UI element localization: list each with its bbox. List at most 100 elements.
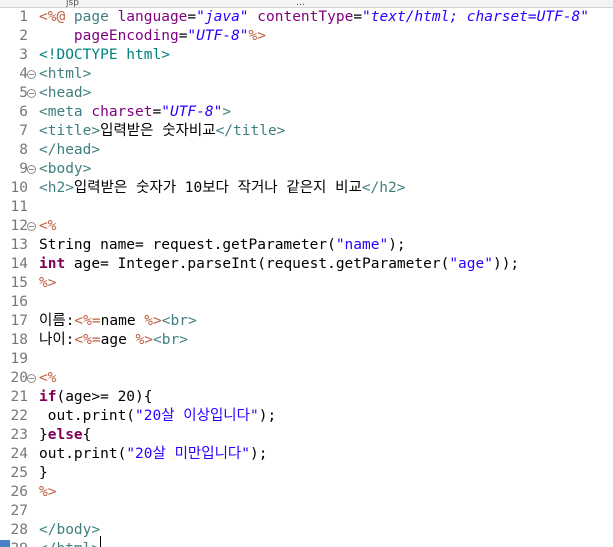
code-text: <h2>입력받은 숫자가 10보다 작거나 같은지 비교</h2>: [39, 179, 405, 198]
code-token: {: [82, 427, 92, 443]
code-text: <%: [39, 369, 56, 388]
code-line[interactable]: 26 %>: [0, 483, 613, 502]
code-token: <%=: [74, 313, 101, 329]
code-line[interactable]: 15 %>: [0, 274, 613, 293]
code-token: <title>: [39, 123, 101, 139]
code-line[interactable]: 14 int age= Integer.parseInt(request.getP…: [0, 255, 613, 274]
code-token: 이름:: [39, 313, 75, 329]
code-text: 이름:<%=name %><br>: [39, 312, 197, 331]
line-number: 10: [10, 180, 28, 196]
code-token: out.print(: [39, 408, 136, 424]
code-token: "name": [335, 237, 389, 253]
line-number: 3: [19, 47, 28, 63]
line-number: 18: [10, 332, 28, 348]
line-number: 16: [10, 294, 28, 310]
editor-tab[interactable]: …: [290, 0, 311, 7]
code-line[interactable]: 7 <title>입력받은 숫자비교</title>: [0, 122, 613, 141]
code-line[interactable]: 23}else{: [0, 426, 613, 445]
fold-toggle-icon[interactable]: [27, 89, 36, 98]
line-number: 11: [10, 199, 28, 215]
code-token: "age": [449, 256, 493, 272]
code-token: int: [39, 256, 66, 272]
code-text: <%: [39, 217, 56, 236]
line-number: 7: [19, 123, 28, 139]
text-cursor: [100, 536, 101, 547]
code-line[interactable]: 5 <head>: [0, 84, 613, 103]
line-number: 2: [19, 28, 28, 44]
code-line[interactable]: 8 </head>: [0, 141, 613, 160]
code-line[interactable]: 20 <%: [0, 369, 613, 388]
line-number: 6: [19, 104, 28, 120]
code-token: "20살 미만입니다": [126, 446, 251, 462]
code-token: else: [47, 427, 83, 443]
code-text: <body>: [39, 160, 91, 179]
line-number: 14: [10, 256, 28, 272]
code-token: age: [100, 332, 136, 348]
code-token: "java": [196, 9, 249, 25]
code-line[interactable]: 10 <h2>입력받은 숫자가 10보다 작거나 같은지 비교</h2>: [0, 179, 613, 198]
line-number: 20: [10, 370, 28, 386]
code-line[interactable]: 28 </body>: [0, 521, 613, 540]
code-line[interactable]: 12 <%: [0, 217, 613, 236]
code-line[interactable]: 18 나이:<%=age %><br>: [0, 331, 613, 350]
code-text: <!DOCTYPE html>: [39, 46, 170, 65]
code-line[interactable]: 29</html>: [0, 540, 613, 547]
line-number: 15: [10, 275, 28, 291]
editor-tab[interactable]: jsp: [60, 0, 85, 7]
code-text: <meta charset="UTF-8">: [39, 103, 231, 122]
fold-toggle-icon[interactable]: [27, 70, 36, 79]
code-line[interactable]: 9 <body>: [0, 160, 613, 179]
code-line[interactable]: 11: [0, 198, 613, 217]
line-number: 28: [10, 522, 28, 538]
code-text: }: [39, 464, 48, 483]
code-text: String name= request.getParameter("name"…: [39, 236, 406, 255]
code-token: =: [187, 9, 197, 25]
code-line[interactable]: 3 <!DOCTYPE html>: [0, 46, 613, 65]
code-line[interactable]: 2 pageEncoding="UTF-8"%>: [0, 27, 613, 46]
code-token: }: [39, 465, 48, 481]
code-line[interactable]: 21 if(age>= 20){: [0, 388, 613, 407]
code-line[interactable]: 22 out.print("20살 이상입니다");: [0, 407, 613, 426]
code-text: if(age>= 20){: [39, 388, 153, 407]
code-line[interactable]: 19: [0, 350, 613, 369]
code-text: </html>: [39, 540, 100, 547]
code-line[interactable]: 25}: [0, 464, 613, 483]
code-token: String name= request.getParameter(: [39, 237, 336, 253]
code-line[interactable]: 1 <%@ page language="java" contentType="t…: [0, 8, 613, 27]
code-token: charset: [91, 104, 153, 120]
code-token: name: [100, 313, 145, 329]
code-token: </title>: [215, 123, 286, 139]
code-token: pageEncoding: [39, 28, 179, 44]
code-text: %>: [39, 483, 56, 502]
code-line[interactable]: 27: [0, 502, 613, 521]
code-token: <br>: [161, 313, 197, 329]
fold-toggle-icon[interactable]: [27, 374, 36, 383]
code-token: %>: [144, 313, 162, 329]
line-number: 1: [19, 9, 28, 25]
code-editor[interactable]: 1 <%@ page language="java" contentType="t…: [0, 8, 613, 547]
line-number: 4: [19, 66, 28, 82]
code-token: contentType: [248, 9, 354, 25]
code-token: <!DOCTYPE html>: [39, 47, 170, 63]
fold-toggle-icon[interactable]: [27, 165, 36, 174]
code-line[interactable]: 17 이름:<%=name %><br>: [0, 312, 613, 331]
code-line[interactable]: 13 String name= request.getParameter("nam…: [0, 236, 613, 255]
code-line[interactable]: 4 <html>: [0, 65, 613, 84]
line-number: 9: [19, 161, 28, 177]
code-token: </html>: [39, 541, 100, 547]
code-token: <html>: [39, 66, 92, 82]
code-token: %>: [39, 484, 57, 500]
code-line[interactable]: 6 <meta charset="UTF-8">: [0, 103, 613, 122]
code-token: </head>: [39, 142, 101, 158]
line-number: 19: [10, 351, 28, 367]
line-number: 27: [10, 503, 28, 519]
code-line[interactable]: 16: [0, 293, 613, 312]
line-number: 8: [19, 142, 28, 158]
code-token: <%@: [39, 9, 74, 25]
code-text: 나이:<%=age %><br>: [39, 331, 188, 350]
fold-toggle-icon[interactable]: [27, 222, 36, 231]
code-line[interactable]: 24 out.print("20살 미만입니다");: [0, 445, 613, 464]
code-token: );: [250, 446, 268, 462]
code-token: <%: [39, 370, 57, 386]
line-number: 23: [10, 427, 28, 443]
